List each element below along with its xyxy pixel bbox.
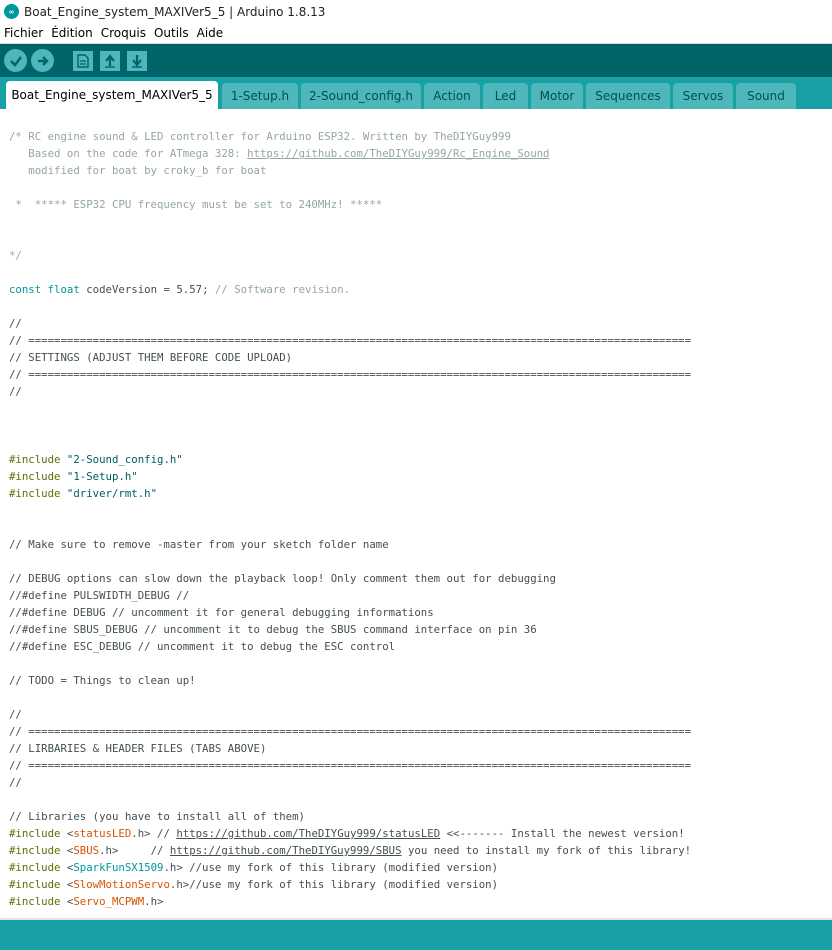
verify-button[interactable] bbox=[4, 49, 27, 72]
document-icon bbox=[77, 53, 89, 68]
menu-aide[interactable]: Aide bbox=[193, 26, 228, 40]
code-line-35: // bbox=[9, 708, 22, 721]
code-editor[interactable]: /* RC engine sound & LED controller for … bbox=[0, 109, 832, 918]
code-line-13: // =====================================… bbox=[9, 334, 692, 347]
window-title: Boat_Engine_system_MAXIVer5_5 | Arduino … bbox=[24, 4, 326, 19]
code-line-16: // bbox=[9, 385, 22, 398]
code-line-25: // Make sure to remove -master from your… bbox=[9, 538, 389, 551]
tab-sequences[interactable]: Sequences bbox=[586, 83, 670, 109]
tab-action[interactable]: Action bbox=[424, 83, 480, 109]
tab-main-sketch[interactable]: Boat_Engine_system_MAXIVer5_5 bbox=[6, 81, 218, 109]
save-sketch-button[interactable] bbox=[127, 50, 147, 71]
code-line-12: // bbox=[9, 317, 22, 330]
code-line-33: // TODO = Things to clean up! bbox=[9, 674, 196, 687]
toolbar bbox=[0, 44, 832, 77]
menu-fichier[interactable]: Fichier bbox=[0, 26, 47, 40]
code-line-36: // =====================================… bbox=[9, 725, 692, 738]
menu-edition[interactable]: Édition bbox=[47, 26, 97, 40]
code-line-31: //#define ESC_DEBUG // uncomment it to d… bbox=[9, 640, 396, 653]
status-bar bbox=[0, 918, 832, 950]
code-text[interactable]: /* RC engine sound & LED controller for … bbox=[9, 128, 691, 910]
tab-sound[interactable]: Sound bbox=[736, 83, 796, 109]
code-line-43: #include <SBUS.h> // https://github.com/… bbox=[9, 844, 692, 857]
code-line-39: // bbox=[9, 776, 22, 789]
open-sketch-button[interactable] bbox=[100, 50, 120, 71]
tab-motor[interactable]: Motor bbox=[531, 83, 583, 109]
code-line-30: //#define SBUS_DEBUG // uncomment it to … bbox=[9, 623, 537, 636]
arrow-right-icon bbox=[37, 55, 49, 66]
code-line-1: /* RC engine sound & LED controller for … bbox=[9, 130, 511, 143]
code-line-15: // =====================================… bbox=[9, 368, 692, 381]
arduino-logo-icon: ∞ bbox=[4, 4, 19, 19]
code-line-46: #include <Servo_MCPWM.h> bbox=[9, 895, 164, 908]
new-sketch-button[interactable] bbox=[73, 50, 93, 71]
code-line-28: //#define PULSWIDTH_DEBUG // bbox=[9, 589, 190, 602]
menu-croquis[interactable]: Croquis bbox=[97, 26, 150, 40]
upload-button[interactable] bbox=[31, 49, 54, 72]
code-line-3: modified for boat by croky_b for boat bbox=[9, 164, 267, 177]
code-line-44: #include <SparkFunSX1509.h> //use my for… bbox=[9, 861, 499, 874]
arrow-up-icon bbox=[105, 53, 115, 68]
tab-setup[interactable]: 1-Setup.h bbox=[222, 83, 298, 109]
tab-led[interactable]: Led bbox=[483, 83, 528, 109]
code-line-41: // Libraries (you have to install all of… bbox=[9, 810, 305, 823]
code-line-14: // SETTINGS (ADJUST THEM BEFORE CODE UPL… bbox=[9, 351, 293, 364]
code-line-10: const float codeVersion = 5.57; // Softw… bbox=[9, 283, 351, 296]
code-line-42: #include <statusLED.h> // https://github… bbox=[9, 827, 685, 840]
code-line-27: // DEBUG options can slow down the playb… bbox=[9, 572, 556, 585]
code-line-45: #include <SlowMotionServo.h>//use my for… bbox=[9, 878, 499, 891]
code-line-22: #include "driver/rmt.h" bbox=[9, 487, 158, 500]
tab-bar: Boat_Engine_system_MAXIVer5_5 1-Setup.h … bbox=[0, 77, 832, 109]
code-line-21: #include "1-Setup.h" bbox=[9, 470, 138, 483]
title-bar: ∞ Boat_Engine_system_MAXIVer5_5 | Arduin… bbox=[0, 0, 832, 23]
code-line-2: Based on the code for ATmega 328: https:… bbox=[9, 147, 550, 160]
tab-servos[interactable]: Servos bbox=[673, 83, 733, 109]
tab-sound-config[interactable]: 2-Sound_config.h bbox=[301, 83, 421, 109]
comment-link[interactable]: https://github.com/TheDIYGuy999/Rc_Engin… bbox=[247, 147, 549, 160]
code-line-37: // LIRBARIES & HEADER FILES (TABS ABOVE) bbox=[9, 742, 267, 755]
arrow-down-icon bbox=[132, 54, 142, 68]
code-line-8: */ bbox=[9, 249, 22, 262]
code-line-20: #include "2-Sound_config.h" bbox=[9, 453, 183, 466]
check-icon bbox=[9, 55, 22, 67]
code-line-29: //#define DEBUG // uncomment it for gene… bbox=[9, 606, 434, 619]
code-line-5: * ***** ESP32 CPU frequency must be set … bbox=[9, 198, 383, 211]
code-line-38: // =====================================… bbox=[9, 759, 692, 772]
menu-outils[interactable]: Outils bbox=[150, 26, 193, 40]
menu-bar: Fichier Édition Croquis Outils Aide bbox=[0, 23, 832, 44]
